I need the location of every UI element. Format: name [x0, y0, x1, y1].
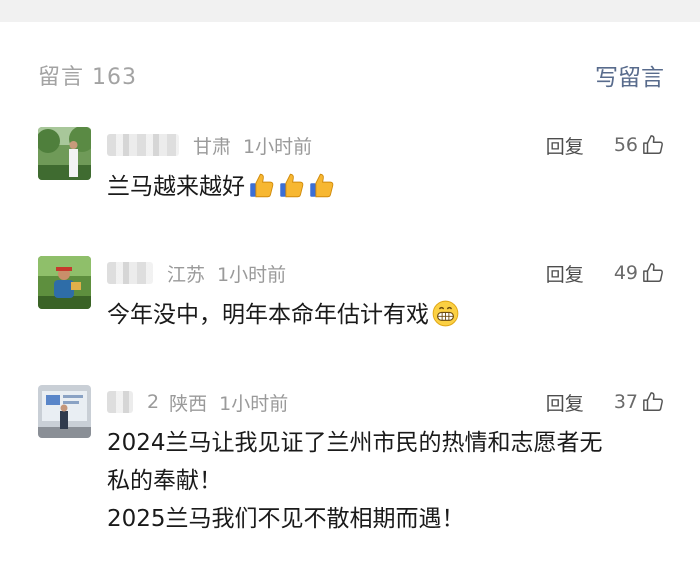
- like-count: 56: [613, 134, 638, 156]
- comment-text: 兰马越来越好: [107, 168, 664, 206]
- thumbs-up-outline-icon[interactable]: [642, 262, 664, 284]
- comments-header: 留言 163 写留言: [38, 58, 664, 92]
- reply-button[interactable]: 回复: [546, 132, 584, 159]
- thumbs-up-outline-icon[interactable]: [642, 134, 664, 156]
- timestamp: 1小时前: [219, 392, 289, 415]
- comment-text-line: 2024兰马让我见证了兰州市民的热情和志愿者无: [107, 430, 603, 456]
- comment-meta: 甘肃 1小时前: [107, 130, 312, 160]
- comment-actions: 回复 56: [546, 130, 664, 160]
- grinning-face-emoji-icon: [432, 300, 459, 327]
- reply-button[interactable]: 回复: [546, 260, 584, 287]
- avatar[interactable]: [38, 385, 91, 438]
- thumbs-up-emoji-icon: [250, 173, 274, 198]
- timestamp: 1小时前: [217, 263, 287, 286]
- comment-meta: 2 陕西 1小时前: [107, 387, 288, 417]
- location: 甘肃: [193, 135, 232, 158]
- thumbs-up-emoji-icon: [280, 173, 304, 198]
- thumbs-up-outline-icon[interactable]: [642, 391, 664, 413]
- location: 陕西: [169, 392, 208, 415]
- comment-text-line: 私的奉献！: [107, 468, 222, 494]
- write-comment-button[interactable]: 写留言: [595, 58, 664, 92]
- timestamp: 1小时前: [243, 135, 313, 158]
- comment-text: 2024兰马让我见证了兰州市民的热情和志愿者无 私的奉献！ 2025兰马我们不见…: [107, 424, 664, 538]
- username-blurred[interactable]: [107, 134, 179, 156]
- comment-text: 今年没中，明年本命年估计有戏: [107, 296, 664, 334]
- comment-meta: 江苏 1小时前: [107, 258, 286, 288]
- comment-text-content: 兰马越来越好: [107, 174, 245, 200]
- avatar[interactable]: [38, 127, 91, 180]
- username-blurred[interactable]: [107, 391, 133, 413]
- like-count: 37: [613, 391, 638, 413]
- comment-text-content: 今年没中，明年本命年估计有戏: [107, 302, 429, 328]
- comment-actions: 回复 37: [546, 387, 664, 417]
- thumbs-up-emoji-icon: [310, 173, 334, 198]
- comment-count: 留言 163: [38, 65, 137, 90]
- comment-text-line: 2025兰马我们不见不散相期而遇！: [107, 506, 465, 532]
- avatar[interactable]: [38, 256, 91, 309]
- like-count: 49: [613, 262, 638, 284]
- username-blurred[interactable]: [107, 262, 153, 284]
- top-separator-band: [0, 0, 700, 22]
- location: 江苏: [167, 263, 206, 286]
- reply-button[interactable]: 回复: [546, 389, 584, 416]
- username-fragment: 2: [147, 391, 160, 413]
- comment-actions: 回复 49: [546, 258, 664, 288]
